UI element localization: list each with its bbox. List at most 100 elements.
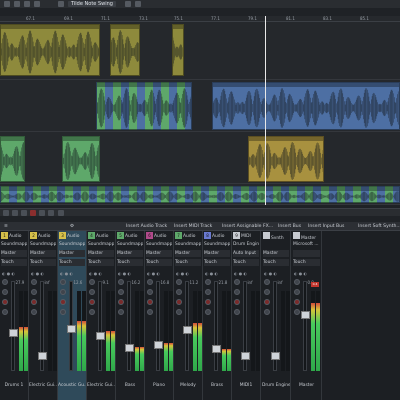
- channel-strip[interactable]: 1Audio Soundmapper Master Touch ◐ ● ◐ -27.9 Dr…: [0, 231, 29, 400]
- volume-fader[interactable]: [271, 281, 280, 371]
- plugin-slot[interactable]: Soundmapper: [204, 241, 230, 248]
- loop-icon[interactable]: [39, 210, 45, 216]
- track-name[interactable]: Piano: [145, 382, 173, 390]
- fader-cap[interactable]: [9, 329, 18, 337]
- fader-cap[interactable]: [125, 344, 134, 352]
- fader-cap[interactable]: [154, 341, 163, 349]
- input-echo-button[interactable]: [205, 309, 211, 315]
- solo-button[interactable]: [89, 289, 95, 295]
- volume-fader[interactable]: [154, 281, 163, 371]
- plugin-slot[interactable]: Microsoft ...: [293, 241, 320, 248]
- record-arm-button[interactable]: [89, 299, 95, 305]
- volume-fader[interactable]: [125, 281, 134, 371]
- audio-clip[interactable]: [0, 186, 400, 203]
- channel-strip[interactable]: 4Audio Soundmapper Master Touch ◐ ● ◐ -9.1 Ele…: [87, 231, 116, 400]
- strip-header[interactable]: 9 MIDI: [233, 232, 259, 239]
- channel-strip[interactable]: 2AudioSoundmapperMasterTouch◐ ● ◐-infEle…: [29, 231, 58, 400]
- output-select[interactable]: Master: [117, 250, 143, 257]
- strip-header[interactable]: 5 Audio: [117, 232, 143, 239]
- automation-mode[interactable]: Touch: [233, 259, 259, 266]
- mute-button[interactable]: [264, 279, 270, 285]
- record-icon[interactable]: [30, 210, 36, 216]
- input-echo-button[interactable]: [89, 309, 95, 315]
- solo-button[interactable]: [234, 289, 240, 295]
- volume-fader[interactable]: [38, 281, 47, 371]
- channel-strip[interactable]: 8Audio Soundmapper Master Touch ◐ ● ◐ -21.8 Br…: [203, 231, 232, 400]
- fader-cap[interactable]: [301, 311, 310, 319]
- magnet-icon[interactable]: [125, 1, 131, 7]
- plugin-slot[interactable]: Drum Engine: [233, 241, 259, 248]
- volume-fader[interactable]: [212, 281, 221, 371]
- strip-header[interactable]: 2 Audio: [30, 232, 56, 239]
- fader-cap[interactable]: [67, 324, 76, 333]
- audio-clip[interactable]: [248, 136, 324, 182]
- track-name[interactable]: Drums 1: [0, 382, 28, 390]
- play-icon[interactable]: [12, 210, 18, 216]
- plugin-slot[interactable]: Soundmapper: [117, 241, 143, 248]
- output-select[interactable]: Master: [263, 250, 289, 257]
- strip-header[interactable]: 6 Audio: [146, 232, 172, 239]
- automation-mode[interactable]: Touch: [59, 259, 85, 266]
- fader-cap[interactable]: [96, 332, 105, 340]
- fast-forward-icon[interactable]: [48, 210, 54, 216]
- channel-strip[interactable]: 3Audio Soundmapper Master Touch ◐ ● ◐ -12.6 Ac…: [58, 231, 87, 400]
- automation-mode[interactable]: Touch: [30, 259, 56, 266]
- track-name[interactable]: Master: [292, 382, 321, 390]
- solo-button[interactable]: [294, 289, 300, 295]
- automation-mode[interactable]: Touch: [88, 259, 114, 266]
- volume-fader[interactable]: [183, 281, 192, 371]
- automation-mode[interactable]: Touch: [293, 259, 320, 266]
- automation-mode[interactable]: Touch: [175, 259, 201, 266]
- strip-header[interactable]: Synth: [263, 232, 289, 239]
- audio-clip[interactable]: [62, 136, 100, 182]
- record-arm-button[interactable]: [118, 299, 124, 305]
- mute-button[interactable]: [118, 279, 124, 285]
- insert-fx-button[interactable]: Insert Assignable FX...: [222, 222, 273, 231]
- record-arm-button[interactable]: [234, 299, 240, 305]
- record-arm-button[interactable]: [147, 299, 153, 305]
- fader-cap[interactable]: [271, 352, 280, 360]
- track-name[interactable]: Brass: [203, 382, 231, 390]
- audio-clip[interactable]: [0, 136, 25, 182]
- gear-icon[interactable]: ⚙: [70, 222, 74, 231]
- volume-fader[interactable]: [241, 281, 250, 371]
- output-select[interactable]: [293, 250, 320, 257]
- insert-input-bus-button[interactable]: Insert Input Bus: [308, 222, 344, 231]
- automation-mode[interactable]: Touch: [263, 259, 289, 266]
- plugin-slot[interactable]: Soundmapper: [146, 241, 172, 248]
- track-name[interactable]: Electric Gui...: [29, 382, 57, 390]
- solo-button[interactable]: [31, 289, 37, 295]
- plugin-slot[interactable]: Soundmapper: [59, 241, 85, 248]
- automation-mode[interactable]: Touch: [117, 259, 143, 266]
- plugin-slot[interactable]: Soundmapper: [1, 241, 27, 248]
- solo-button[interactable]: [118, 289, 124, 295]
- record-arm-button[interactable]: [2, 299, 8, 305]
- strip-header[interactable]: 8 Audio: [204, 232, 230, 239]
- volume-fader[interactable]: [301, 281, 310, 371]
- input-echo-button[interactable]: [31, 309, 37, 315]
- plugin-slot[interactable]: Soundmapper: [88, 241, 114, 248]
- solo-button[interactable]: [147, 289, 153, 295]
- volume-fader[interactable]: [67, 281, 76, 371]
- solo-button[interactable]: [176, 289, 182, 295]
- input-echo-button[interactable]: [264, 309, 270, 315]
- strip-header[interactable]: Master: [293, 232, 320, 239]
- strip-header[interactable]: 7 Audio: [175, 232, 201, 239]
- rewind-icon[interactable]: [21, 210, 27, 216]
- input-echo-button[interactable]: [147, 309, 153, 315]
- output-select[interactable]: Auto Input: [233, 250, 259, 257]
- solo-button[interactable]: [205, 289, 211, 295]
- output-select[interactable]: Master: [30, 250, 56, 257]
- record-arm-button[interactable]: [31, 299, 37, 305]
- channel-strip[interactable]: Synth Master Touch ◐ ● ◐ -inf Drum Engine: [262, 231, 291, 400]
- record-arm-button[interactable]: [205, 299, 211, 305]
- pencil-icon[interactable]: [14, 1, 20, 7]
- track-name[interactable]: Electric Gui...: [87, 382, 115, 390]
- solo-button[interactable]: [2, 289, 8, 295]
- arrow-icon[interactable]: [4, 1, 10, 7]
- channel-strip[interactable]: 7Audio Soundmapper Master Touch ◐ ● ◐ -11.2 Me…: [174, 231, 203, 400]
- metronome-icon[interactable]: [58, 210, 64, 216]
- strip-header[interactable]: 4 Audio: [88, 232, 114, 239]
- volume-fader[interactable]: [9, 281, 18, 371]
- insert-bus-button[interactable]: Insert Bus: [278, 222, 301, 231]
